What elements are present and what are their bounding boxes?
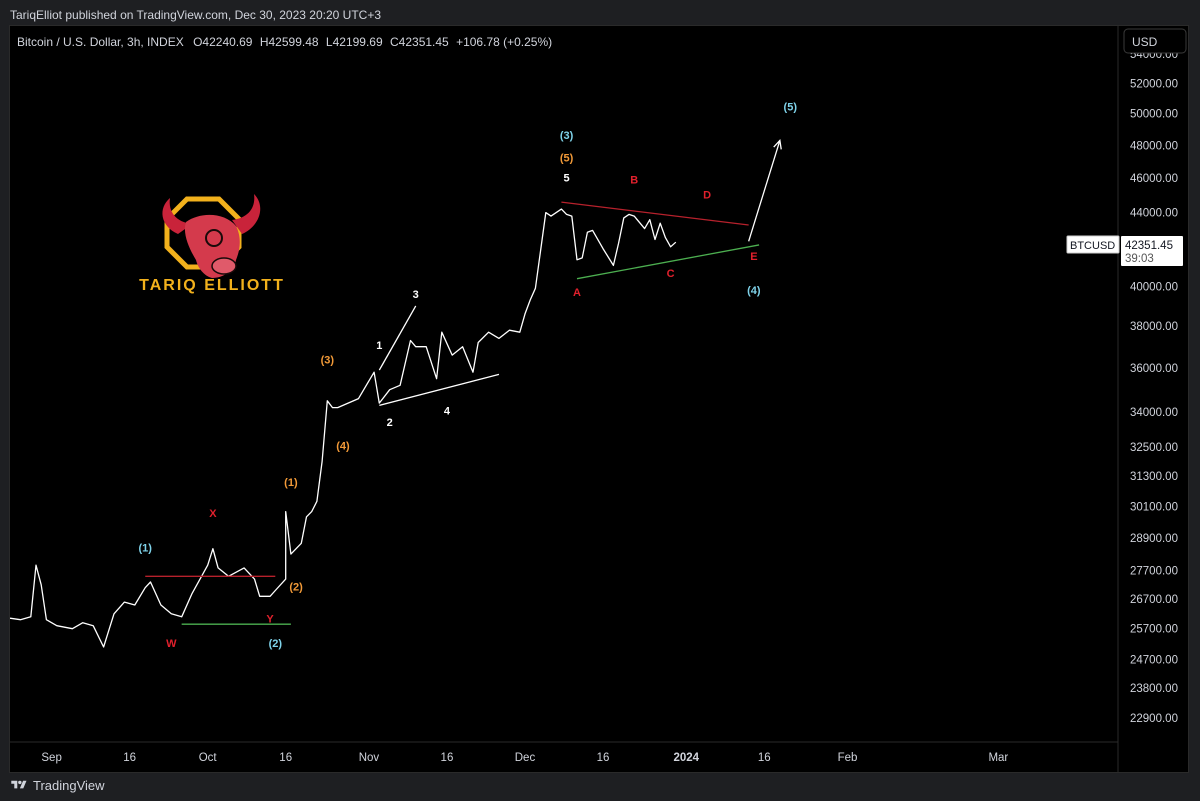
price-tick-label-20: 22900.00 <box>1130 713 1178 725</box>
chart-frame[interactable]: (1) X W Y (2) (2) (1) (3) (4) 1 2 3 4 (3) (5) 5 B D A C E (4)… <box>9 25 1189 773</box>
wave-label-11: 3 <box>413 289 419 301</box>
wave-label-2: W <box>166 638 177 650</box>
wave-label-21: (4) <box>747 285 761 297</box>
price-tick-label-13: 30100.00 <box>1130 501 1178 513</box>
wave-labels-layer: (1) X W Y (2) (2) (1) (3) (4) 1 2 3 4 (3) (5) 5 B D A C E (4)… <box>139 102 798 650</box>
price-tick-label-17: 25700.00 <box>1130 624 1178 636</box>
price-tick-label-4: 46000.00 <box>1130 173 1178 185</box>
c-label: C <box>390 35 399 49</box>
l-value: 42199.69 <box>333 35 383 49</box>
o-value: 42240.69 <box>202 35 252 49</box>
price-tick-label-16: 26700.00 <box>1130 594 1178 606</box>
currency-button[interactable]: USD <box>1123 28 1187 54</box>
tradingview-brand: TradingView <box>33 777 105 793</box>
wave-label-16: B <box>630 174 638 186</box>
wave-label-1: X <box>209 508 217 520</box>
wave-label-18: A <box>573 287 581 299</box>
price-tick-label-11: 32500.00 <box>1130 442 1178 454</box>
time-tick-label-9: 16 <box>758 752 771 764</box>
time-tick-label-3: 16 <box>279 752 292 764</box>
time-tick-label-5: 16 <box>441 752 454 764</box>
o-label: O <box>193 35 202 49</box>
btc-price-series <box>9 208 677 648</box>
price-tick-label-8: 38000.00 <box>1130 321 1178 333</box>
publisher-line: TariqElliot published on TradingView.com… <box>10 8 381 22</box>
change-value: +106.78 (+0.25%) <box>456 35 552 49</box>
wave-label-8: (4) <box>336 440 350 452</box>
wave-label-22: (5) <box>784 102 798 114</box>
wave-label-7: (3) <box>321 355 335 367</box>
wave-label-14: (5) <box>560 153 574 165</box>
time-tick-label-0: Sep <box>41 752 61 764</box>
time-tick-label-4: Nov <box>359 752 380 764</box>
wave-label-10: 2 <box>387 417 393 429</box>
price-tag: BTCUSD 42351.45 39:03 <box>1066 235 1183 266</box>
time-tick-label-6: Dec <box>515 752 536 764</box>
wave-label-9: 1 <box>376 340 382 352</box>
price-axis[interactable]: 54000.0052000.0050000.0048000.0046000.00… <box>1130 49 1178 725</box>
wave-label-19: C <box>667 268 675 280</box>
time-tick-label-11: Mar <box>988 752 1008 764</box>
price-tick-label-18: 24700.00 <box>1130 654 1178 666</box>
price-tick-label-10: 34000.00 <box>1130 407 1178 419</box>
logo-text: TARIQ ELLIOTT <box>139 277 285 294</box>
price-label: 42351.45 <box>1125 240 1173 252</box>
price-tick-label-1: 52000.00 <box>1130 78 1178 90</box>
time-axis[interactable]: Sep 16 Oct 16 Nov 16 Dec 16 2024 16 Feb Mar <box>41 752 1008 764</box>
wave-label-5: (2) <box>289 582 303 594</box>
wave-label-13: (3) <box>560 130 574 142</box>
wave-label-17: D <box>703 190 711 202</box>
wave-label-3: Y <box>266 614 274 626</box>
wave-label-6: (1) <box>284 477 298 489</box>
wave-label-20: E <box>750 251 757 263</box>
chart-svg[interactable]: (1) X W Y (2) (2) (1) (3) (4) 1 2 3 4 (3) (5) 5 B D A C E (4)… <box>9 26 1188 772</box>
currency-button-label[interactable]: USD <box>1132 35 1158 49</box>
time-tick-label-7: 16 <box>597 752 610 764</box>
price-tick-label-15: 27700.00 <box>1130 566 1178 578</box>
price-tick-label-7: 40000.00 <box>1130 281 1178 293</box>
price-tick-label-5: 44000.00 <box>1130 208 1178 220</box>
white-2-4-line <box>379 373 500 406</box>
time-tick-label-10: Feb <box>838 752 858 764</box>
price-tick-label-3: 48000.00 <box>1130 140 1178 152</box>
ticker-label: BTCUSD <box>1070 240 1115 252</box>
logo-snout <box>211 257 237 275</box>
wave-label-12: 4 <box>444 405 451 417</box>
price-tick-label-14: 28900.00 <box>1130 533 1178 545</box>
symbol-legend: Bitcoin / U.S. Dollar, 3h, INDEX O42240.… <box>17 35 552 49</box>
time-tick-label-8: 2024 <box>673 752 699 764</box>
triangle-upper-line <box>561 201 749 226</box>
series-layer <box>9 208 677 648</box>
price-tick-label-9: 36000.00 <box>1130 363 1178 375</box>
h-value: 42599.48 <box>269 35 319 49</box>
symbol-title: Bitcoin / U.S. Dollar, 3h, INDEX <box>17 35 184 49</box>
countdown-label: 39:03 <box>1125 253 1154 265</box>
c-value: 42351.45 <box>399 35 449 49</box>
wave-label-15: 5 <box>564 173 570 185</box>
price-tick-label-19: 23800.00 <box>1130 683 1178 695</box>
trend-lines-layer <box>145 139 782 625</box>
white-1-3-line <box>378 305 417 371</box>
h-label: H <box>260 35 269 49</box>
tradingview-logo-icon <box>11 780 27 789</box>
tradingview-footer[interactable]: TradingView <box>10 776 105 794</box>
bull-logo: TARIQ ELLIOTT <box>139 194 285 294</box>
projection-arrow <box>748 140 781 242</box>
price-tick-label-2: 50000.00 <box>1130 109 1178 121</box>
time-tick-label-2: Oct <box>199 752 218 764</box>
time-tick-label-1: 16 <box>123 752 136 764</box>
wave-label-4: (2) <box>269 638 283 650</box>
price-tick-label-12: 31300.00 <box>1130 471 1178 483</box>
wave-label-0: (1) <box>139 542 153 554</box>
